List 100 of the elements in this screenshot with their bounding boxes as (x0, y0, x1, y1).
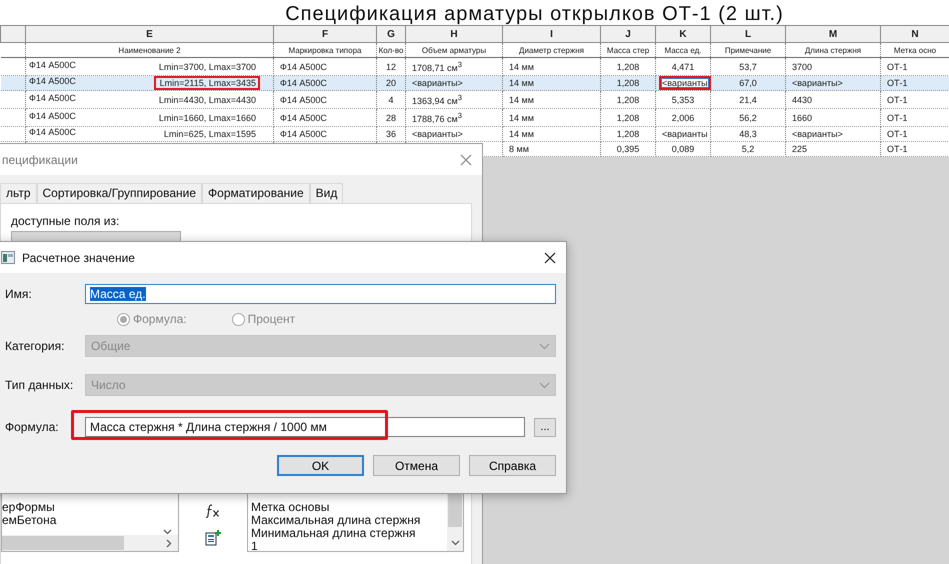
tab[interactable]: льтр (0, 183, 36, 203)
table-cell-text: Lmin=3700, Lmax=3700 (158, 60, 257, 74)
table-cell-text: ОТ-1 (886, 112, 909, 124)
tab[interactable]: Вид (310, 183, 344, 203)
table-row[interactable]: Ф14 А500С Lmin=2115, Lmax=3435 Ф14 А500С 20 <варианты> 14 мм 1,208 <варианты 67,0 <варианты> ОТ-1 (0, 76, 949, 90)
add-parameter-icon[interactable] (205, 530, 221, 546)
table-cell-text: ОТ-1 (886, 128, 909, 141)
table-cell-text: 4430 (791, 94, 814, 106)
table-cell-text: 1,208 (616, 60, 640, 74)
table-cell-text: 14 мм (508, 60, 535, 74)
table-cell-text: 14 мм (508, 112, 535, 124)
tab[interactable]: Сортировка/Группирование (36, 183, 202, 203)
table-cell-text: Ф14 А500С (29, 127, 76, 139)
table-cell-text: 36 (384, 128, 397, 141)
formula-field[interactable]: Масса стержня * Длина стержня / 1000 мм (85, 417, 525, 437)
dialog-button[interactable]: Справка (469, 455, 556, 476)
column-letter[interactable]: E (26, 26, 274, 42)
column-letter[interactable]: L (710, 26, 786, 42)
table-cell-text: 14 мм (508, 128, 535, 141)
column-letter[interactable]: N (880, 26, 949, 42)
column-heading: Примечание (710, 42, 786, 58)
scroll-down-icon[interactable] (450, 540, 460, 546)
close-icon[interactable] (544, 252, 556, 264)
list-item[interactable]: Метка основы (251, 501, 330, 514)
tab[interactable]: Форматирование (202, 183, 310, 203)
table-cell-text: 20 (384, 77, 397, 90)
table-cell-text: <варианты> (791, 77, 844, 90)
table-cell-text: Ф14 А500С (279, 128, 328, 141)
table-cell-text: 4 (387, 94, 394, 106)
table-row[interactable]: Ф14 А500С Lmin=1660, Lmax=1660 Ф14 А500С 28 1788,76 см$^{3}$ 14 мм 1,208 2,006 56,2 1660 ОТ-1 (0, 108, 949, 126)
table-cell-text: 28 (384, 112, 397, 124)
table-cell-text: ОТ-1 (886, 94, 909, 106)
table-cell-text: Lmin=625, Lmax=1595 (162, 128, 257, 141)
table-cell-text: 56,2 (738, 112, 758, 124)
table-cell-text: 48,3 (738, 128, 758, 141)
table-cell-text: 0,395 (616, 143, 640, 156)
column-heading: Кол-во (376, 42, 406, 58)
table-cell-text: 5,2 (740, 143, 756, 156)
table-cell: Lmin=2115, Lmax=3435 (154, 76, 260, 90)
table-cell: <варианты (659, 76, 711, 90)
table-cell-text: ОТ-1 (886, 77, 909, 90)
table-cell-text: Lmin=4430, Lmax=4430 (158, 94, 257, 106)
column-letter[interactable]: G (376, 26, 406, 42)
table-cell-text: 1,208 (616, 128, 640, 141)
table-cell-text: 1708,71 см$^{3}$ (411, 59, 463, 75)
table-cell-text: <варианты> (411, 128, 464, 141)
column-letter[interactable]: F (274, 26, 376, 42)
dialog-title: Расчетное значение (22, 250, 135, 264)
list-item[interactable]: Минимальная длина стержня (251, 527, 416, 540)
table-cell-text: ОТ-1 (886, 60, 909, 74)
dialog-button[interactable]: Отмена (373, 455, 460, 476)
table-cell-text: <варианты (661, 128, 709, 141)
column-heading: Масса ед. (656, 42, 710, 58)
table-cell-text: 1363,94 см$^{3}$ (411, 92, 463, 108)
column-heading: Метка осно (880, 42, 949, 58)
table-cell-text: Ф14 А500С (29, 60, 76, 72)
table-cell-text: 14 мм (508, 77, 535, 90)
function-icon[interactable] (205, 504, 221, 518)
table-cell-text: 3700 (791, 60, 814, 74)
table-cell-text: Ф14 А500С (279, 112, 328, 124)
horizontal-scrollbar[interactable] (2, 535, 178, 551)
field-label: Категория: (5, 339, 66, 353)
column-letter[interactable]: J (600, 26, 656, 42)
column-letter[interactable]: H (406, 26, 502, 42)
app-icon (1, 251, 15, 264)
table-row[interactable]: Ф14 А500С Lmin=4430, Lmax=4430 Ф14 А500С 4 1363,94 см$^{3}$ 14 мм 1,208 5,353 21,4 4430 ОТ-1 (0, 90, 949, 108)
table-cell-text: Ф14 А500С (279, 60, 328, 74)
radio-button-icon[interactable] (232, 312, 245, 326)
table-cell-text: 1788,76 см$^{3}$ (411, 110, 463, 126)
column-letter[interactable]: M (786, 26, 880, 42)
name-field[interactable]: Масса ед. (85, 284, 556, 304)
column-heading: Длина стержня (786, 42, 880, 58)
column-letter[interactable]: K (656, 26, 710, 42)
radio-button-icon[interactable] (117, 312, 130, 326)
table-cell-text: <варианты> (411, 77, 464, 90)
column-heading: Объем арматуры (406, 42, 502, 58)
schedule-title: Спецификация арматуры открылков ОТ-1 (2 шт.) (285, 3, 784, 25)
scroll-right-icon[interactable] (166, 538, 172, 548)
dialog-button[interactable]: OK (277, 455, 364, 476)
table-cell-text: 1660 (791, 112, 814, 124)
column-letter[interactable]: I (502, 26, 600, 42)
list-item[interactable]: Максимальная длина стержня (251, 514, 420, 527)
table-cell-text: 4,471 (670, 60, 696, 74)
browse-button[interactable]: ... (534, 418, 556, 436)
table-cell-text: 21,4 (738, 94, 758, 106)
field-source-label: доступные поля из: (11, 214, 120, 228)
scroll-down-icon[interactable] (163, 529, 172, 535)
table-cell-text: Ф14 А500С (29, 76, 76, 88)
table-cell-text: Ф14 А500С (29, 92, 76, 104)
table-cell-text: 1,208 (616, 77, 640, 90)
list-item[interactable]: емБетона (2, 514, 56, 527)
table-row[interactable]: Ф14 А500С Lmin=625, Lmax=1595 Ф14 А500С 36 <варианты> 14 мм 1,208 <варианты 48,3 <варианты> ОТ-1 (0, 126, 949, 142)
list-item[interactable]: 1 (251, 540, 258, 551)
column-heading: Маркировка типора (274, 42, 376, 58)
list-item[interactable]: ерФормы (2, 501, 55, 514)
table-cell-text: 53,7 (738, 60, 758, 74)
field-label: Формула: (5, 420, 60, 434)
table-cell-text: 0,089 (670, 143, 696, 156)
table-cell-text: 14 мм (508, 94, 535, 106)
table-cell-text: Ф14 А500С (279, 94, 328, 106)
